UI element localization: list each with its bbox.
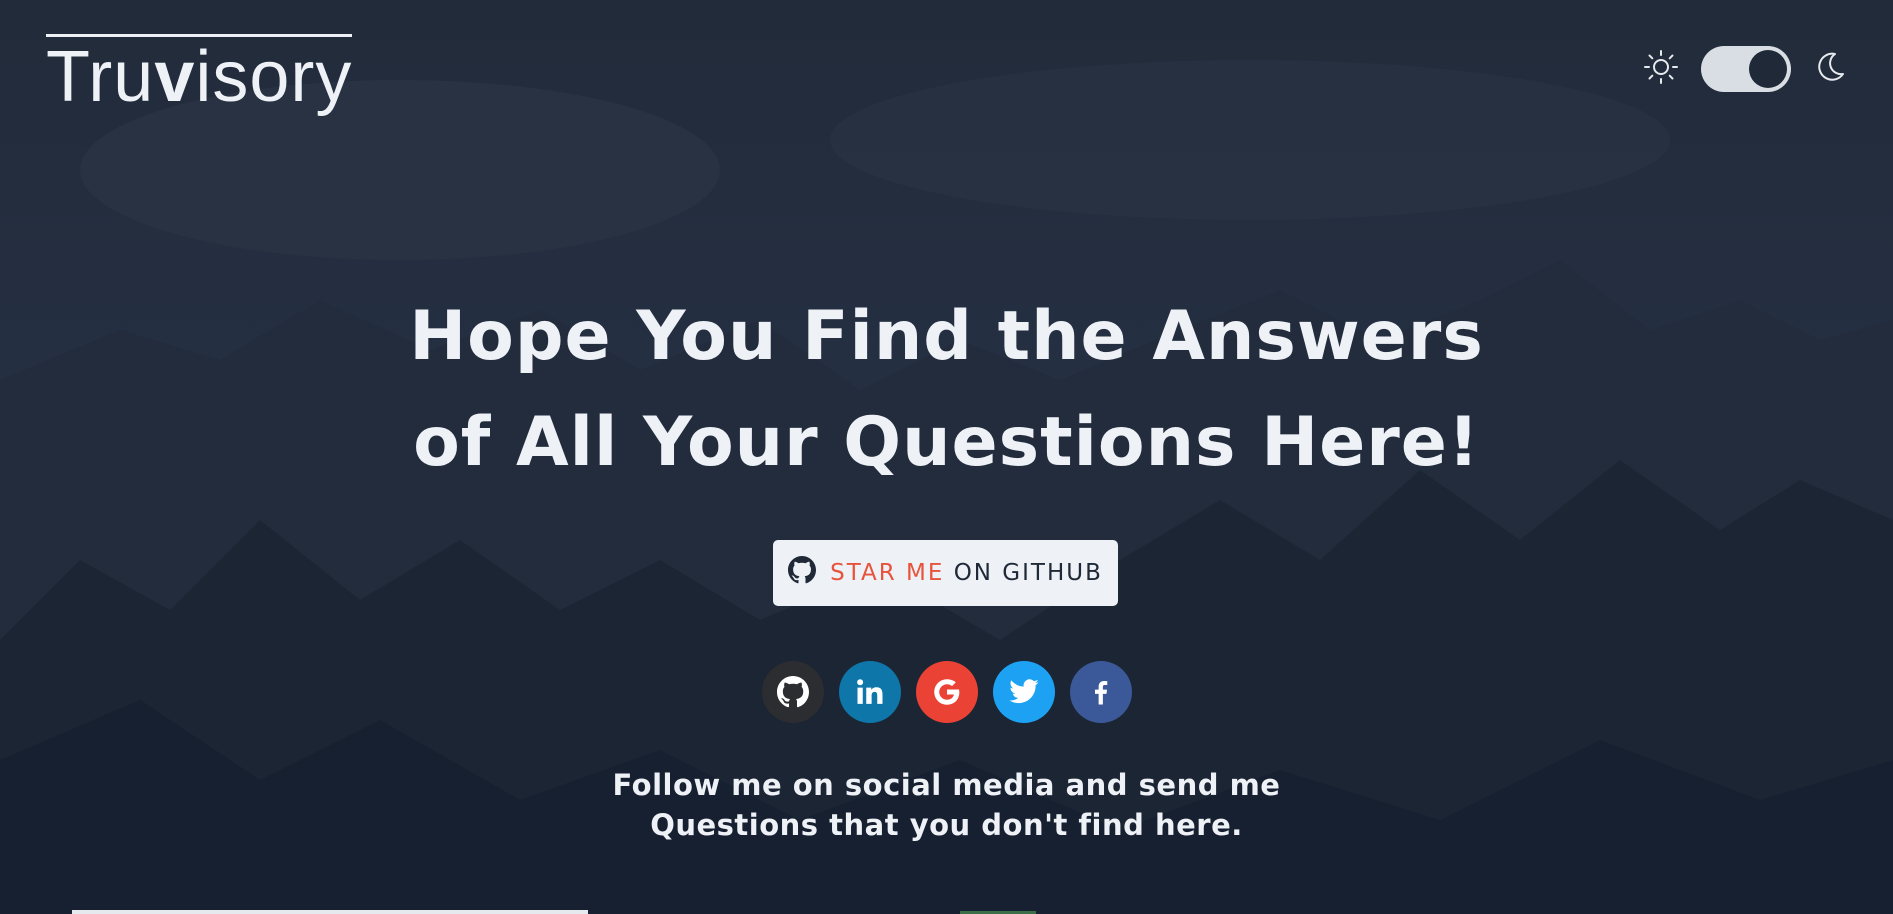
hero-line-2: of All Your Questions Here!: [413, 403, 1480, 482]
google-social-button[interactable]: [915, 661, 978, 723]
logo-suffix: isory: [195, 37, 353, 117]
follow-message: Follow me on social media and send me Qu…: [0, 765, 1893, 845]
linkedin-social-button[interactable]: [838, 661, 901, 723]
star-me-text: STAR ME: [830, 560, 945, 586]
sun-icon: [1643, 49, 1679, 89]
github-icon: [788, 556, 817, 590]
star-on-github-button[interactable]: STAR ME ON GITHUB: [773, 540, 1118, 606]
hero-heading: Hope You Find the Answers of All Your Qu…: [0, 284, 1893, 496]
social-links: [0, 661, 1893, 723]
follow-line-1: Follow me on social media and send me: [612, 768, 1281, 802]
hero-line-1: Hope You Find the Answers: [409, 297, 1484, 376]
switch-knob: [1749, 50, 1787, 88]
on-github-text: ON GITHUB: [953, 560, 1103, 586]
dark-mode-switch[interactable]: [1701, 46, 1791, 92]
brand-logo[interactable]: Truvisory: [46, 34, 353, 113]
google-icon: [933, 679, 959, 705]
logo-prefix: Tru: [46, 37, 155, 117]
logo-bold-letter: v: [154, 37, 196, 117]
github-social-button[interactable]: [761, 661, 824, 723]
follow-line-2: Questions that you don't find here.: [650, 808, 1243, 842]
facebook-icon: [1094, 681, 1107, 705]
github-icon: [776, 676, 809, 708]
linkedin-icon: [856, 679, 882, 704]
github-button-label: STAR ME ON GITHUB: [830, 560, 1103, 586]
bottom-divider: [72, 910, 588, 914]
theme-toggle: [1643, 46, 1847, 92]
twitter-social-button[interactable]: [992, 661, 1055, 723]
twitter-icon: [1008, 679, 1039, 704]
facebook-social-button[interactable]: [1069, 661, 1132, 723]
moon-icon: [1813, 50, 1847, 88]
